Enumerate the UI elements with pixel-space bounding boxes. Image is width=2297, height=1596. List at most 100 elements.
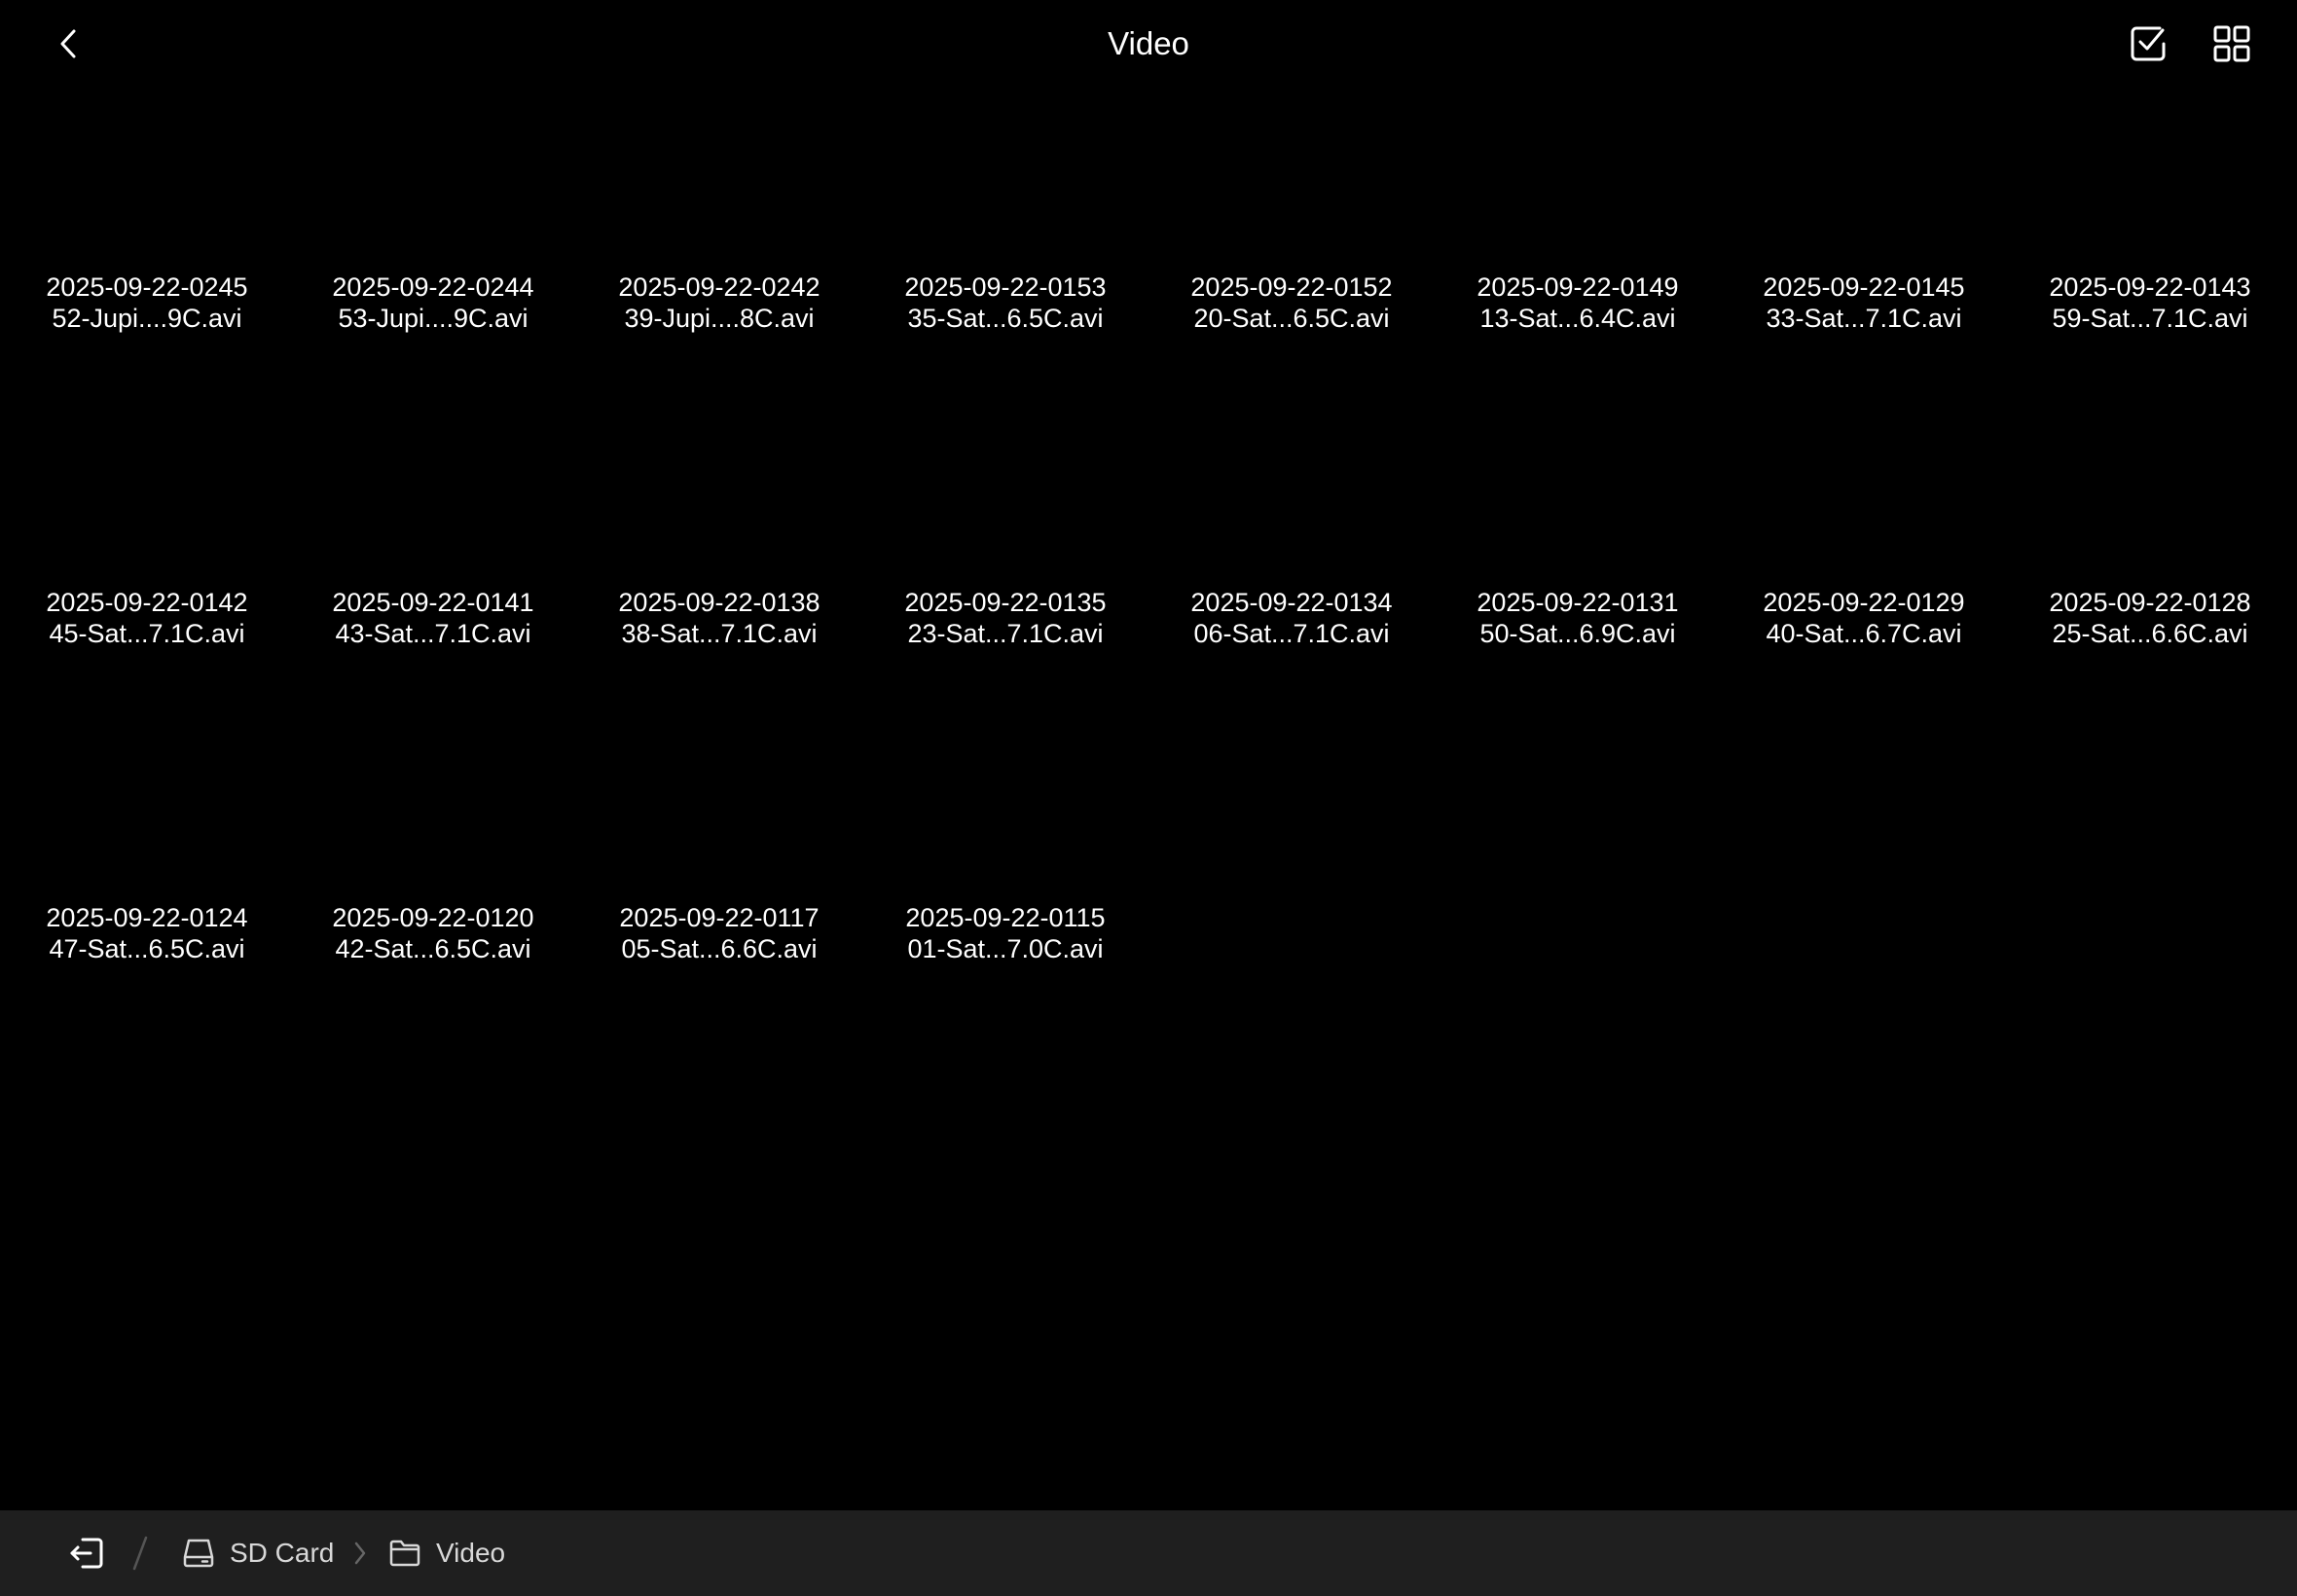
file-name-line-1: 2025-09-22-0141 [332, 588, 534, 617]
file-name: 2025-09-22-0134 06-Sat...7.1C.avi [1148, 587, 1435, 649]
top-bar: Video [0, 0, 2297, 88]
file-name-line-2: 20-Sat...6.5C.avi [1193, 304, 1390, 333]
file-name: 2025-09-22-0244 53-Jupi....9C.avi [290, 272, 576, 334]
file-name: 2025-09-22-0124 47-Sat...6.5C.avi [4, 902, 290, 964]
file-item[interactable]: 2025-09-22-0120 42-Sat...6.5C.avi [290, 718, 576, 1034]
video-thumbnail [1461, 97, 1695, 263]
file-name-line-1: 2025-09-22-0145 [1763, 272, 1965, 302]
file-name-line-1: 2025-09-22-0117 [619, 903, 820, 932]
file-name-line-1: 2025-09-22-0245 [46, 272, 248, 302]
file-name: 2025-09-22-0242 39-Jupi....8C.avi [576, 272, 862, 334]
file-name-line-1: 2025-09-22-0120 [332, 903, 534, 932]
file-item[interactable]: 2025-09-22-0145 33-Sat...7.1C.avi [1721, 88, 2007, 403]
file-name-line-2: 59-Sat...7.1C.avi [2052, 304, 2248, 333]
file-item[interactable]: 2025-09-22-0245 52-Jupi....9C.avi [4, 88, 290, 403]
video-thumbnail [889, 728, 1122, 893]
file-name: 2025-09-22-0117 05-Sat...6.6C.avi [576, 902, 862, 964]
video-thumbnail [1461, 413, 1695, 578]
video-thumbnail [889, 413, 1122, 578]
file-item[interactable]: 2025-09-22-0153 35-Sat...6.5C.avi [862, 88, 1148, 403]
file-name-line-2: 01-Sat...7.0C.avi [907, 934, 1104, 963]
exit-button[interactable] [56, 1523, 117, 1583]
file-item[interactable]: 2025-09-22-0242 39-Jupi....8C.avi [576, 88, 862, 403]
file-name-line-2: 53-Jupi....9C.avi [338, 304, 529, 333]
file-item[interactable]: 2025-09-22-0152 20-Sat...6.5C.avi [1148, 88, 1435, 403]
file-item[interactable]: 2025-09-22-0244 53-Jupi....9C.avi [290, 88, 576, 403]
file-name-line-2: 43-Sat...7.1C.avi [335, 619, 531, 648]
file-name: 2025-09-22-0138 38-Sat...7.1C.avi [576, 587, 862, 649]
back-button[interactable] [39, 14, 99, 74]
file-item[interactable]: 2025-09-22-0138 38-Sat...7.1C.avi [576, 403, 862, 718]
video-thumbnail [1175, 413, 1408, 578]
file-name: 2025-09-22-0129 40-Sat...6.7C.avi [1721, 587, 2007, 649]
file-item[interactable]: 2025-09-22-0131 50-Sat...6.9C.avi [1435, 403, 1721, 718]
file-name: 2025-09-22-0141 43-Sat...7.1C.avi [290, 587, 576, 649]
file-name-line-2: 13-Sat...6.4C.avi [1479, 304, 1676, 333]
video-thumbnail [602, 413, 836, 578]
file-name-line-2: 05-Sat...6.6C.avi [621, 934, 818, 963]
file-name-line-1: 2025-09-22-0152 [1190, 272, 1393, 302]
file-name-line-1: 2025-09-22-0115 [905, 903, 1106, 932]
file-name-line-1: 2025-09-22-0149 [1477, 272, 1679, 302]
file-name-line-1: 2025-09-22-0124 [46, 903, 248, 932]
file-browser: Video 2025-09-22-0245 52-Jupi....9C.avi 2… [0, 0, 2297, 1596]
file-item[interactable]: 2025-09-22-0115 01-Sat...7.0C.avi [862, 718, 1148, 1034]
file-item[interactable]: 2025-09-22-0149 13-Sat...6.4C.avi [1435, 88, 1721, 403]
video-thumbnail [30, 728, 264, 893]
file-name-line-1: 2025-09-22-0135 [904, 588, 1107, 617]
breadcrumb-item-video[interactable]: Video [387, 1510, 505, 1596]
video-thumbnail [30, 97, 264, 263]
file-name-line-1: 2025-09-22-0143 [2049, 272, 2251, 302]
file-item[interactable]: 2025-09-22-0142 45-Sat...7.1C.avi [4, 403, 290, 718]
file-name-line-1: 2025-09-22-0131 [1477, 588, 1679, 617]
breadcrumb-bar: SD Card Video [0, 1510, 2297, 1596]
file-name-line-2: 38-Sat...7.1C.avi [621, 619, 818, 648]
grid-view-icon [2213, 25, 2250, 62]
file-name-line-1: 2025-09-22-0134 [1190, 588, 1393, 617]
file-name-line-2: 50-Sat...6.9C.avi [1479, 619, 1676, 648]
file-item[interactable]: 2025-09-22-0128 25-Sat...6.6C.avi [2007, 403, 2293, 718]
file-name-line-1: 2025-09-22-0129 [1763, 588, 1965, 617]
file-name-line-2: 52-Jupi....9C.avi [52, 304, 242, 333]
file-name: 2025-09-22-0135 23-Sat...7.1C.avi [862, 587, 1148, 649]
file-name: 2025-09-22-0245 52-Jupi....9C.avi [4, 272, 290, 334]
file-name-line-2: 39-Jupi....8C.avi [624, 304, 815, 333]
file-name: 2025-09-22-0131 50-Sat...6.9C.avi [1435, 587, 1721, 649]
file-item[interactable]: 2025-09-22-0135 23-Sat...7.1C.avi [862, 403, 1148, 718]
file-name: 2025-09-22-0145 33-Sat...7.1C.avi [1721, 272, 2007, 334]
file-name-line-1: 2025-09-22-0242 [618, 272, 820, 302]
file-name-line-2: 45-Sat...7.1C.avi [49, 619, 245, 648]
file-item[interactable]: 2025-09-22-0117 05-Sat...6.6C.avi [576, 718, 862, 1034]
drive-icon [183, 1539, 214, 1568]
video-thumbnail [1175, 97, 1408, 263]
file-name: 2025-09-22-0143 59-Sat...7.1C.avi [2007, 272, 2293, 334]
file-name-line-1: 2025-09-22-0153 [904, 272, 1107, 302]
file-item[interactable]: 2025-09-22-0134 06-Sat...7.1C.avi [1148, 403, 1435, 718]
video-thumbnail [889, 97, 1122, 263]
exit-icon [70, 1538, 103, 1569]
file-name: 2025-09-22-0152 20-Sat...6.5C.avi [1148, 272, 1435, 334]
file-item[interactable]: 2025-09-22-0124 47-Sat...6.5C.avi [4, 718, 290, 1034]
file-name-line-2: 25-Sat...6.6C.avi [2052, 619, 2248, 648]
select-mode-button[interactable] [2118, 14, 2178, 74]
chevron-right-icon [354, 1542, 366, 1565]
file-name: 2025-09-22-0115 01-Sat...7.0C.avi [862, 902, 1148, 964]
file-name: 2025-09-22-0142 45-Sat...7.1C.avi [4, 587, 290, 649]
breadcrumb-item-sd-card[interactable]: SD Card [181, 1510, 334, 1596]
grid-view-button[interactable] [2202, 14, 2262, 74]
file-name: 2025-09-22-0149 13-Sat...6.4C.avi [1435, 272, 1721, 334]
file-item[interactable]: 2025-09-22-0141 43-Sat...7.1C.avi [290, 403, 576, 718]
video-thumbnail [602, 728, 836, 893]
folder-icon [389, 1540, 420, 1567]
video-thumbnail [316, 97, 550, 263]
file-name-line-1: 2025-09-22-0128 [2049, 588, 2251, 617]
file-name-line-2: 33-Sat...7.1C.avi [1766, 304, 1962, 333]
file-item[interactable]: 2025-09-22-0129 40-Sat...6.7C.avi [1721, 403, 2007, 718]
file-name-line-2: 40-Sat...6.7C.avi [1766, 619, 1962, 648]
file-name: 2025-09-22-0153 35-Sat...6.5C.avi [862, 272, 1148, 334]
breadcrumb-label: SD Card [230, 1538, 335, 1568]
file-name-line-2: 42-Sat...6.5C.avi [335, 934, 531, 963]
video-thumbnail [30, 413, 264, 578]
page-title: Video [1108, 25, 1189, 61]
file-item[interactable]: 2025-09-22-0143 59-Sat...7.1C.avi [2007, 88, 2293, 403]
